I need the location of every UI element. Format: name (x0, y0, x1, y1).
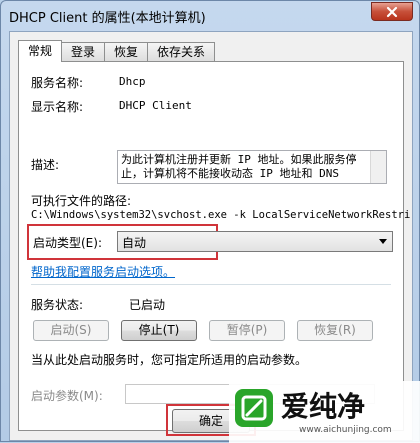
display-name-label: 显示名称: (31, 100, 84, 114)
chevron-down-icon (379, 239, 387, 244)
watermark: 爱纯净 www.aichunjing.com (229, 381, 420, 443)
exe-path-value: C:\Windows\system32\svchost.exe -k Local… (31, 209, 411, 221)
tab-logon[interactable]: 登录 (61, 42, 106, 62)
description-label: 描述: (31, 158, 60, 172)
window-title: DHCP Client 的属性(本地计算机) (9, 11, 206, 26)
pause-button[interactable]: 暂停(P) (209, 320, 285, 341)
service-name-value: Dhcp (119, 75, 146, 88)
dialog-client: 常规 登录 恢复 依存关系 服务名称: Dhcp 显示名称: DHCP Clie… (9, 31, 413, 441)
help-link[interactable]: 帮助我配置服务启动选项。 (31, 263, 175, 280)
tab-strip: 常规 登录 恢复 依存关系 (18, 40, 216, 62)
start-button[interactable]: 启动(S) (33, 320, 109, 341)
description-text: 为此计算机注册并更新 IP 地址。如果此服务停止，计算机将不能接收动态 IP 地… (121, 153, 357, 180)
resume-button[interactable]: 恢复(R) (297, 320, 373, 341)
start-params-note: 当从此处启动服务时，您可指定所适用的启动参数。 (31, 353, 308, 367)
display-name-value: DHCP Client (119, 99, 192, 112)
watermark-logo-icon (235, 389, 273, 427)
start-params-label: 启动参数(M): (31, 389, 103, 403)
service-name-label: 服务名称: (31, 76, 84, 90)
close-icon (386, 6, 398, 17)
title-bar[interactable]: DHCP Client 的属性(本地计算机) (1, 1, 419, 29)
tab-recovery[interactable]: 恢复 (104, 42, 149, 62)
startup-type-label: 启动类型(E): (33, 236, 102, 250)
exe-path-label: 可执行文件的路径: (31, 194, 132, 208)
status-label: 服务状态: (31, 298, 84, 312)
tab-general[interactable]: 常规 (18, 40, 63, 62)
watermark-url: www.aichunjing.com (299, 425, 392, 435)
stop-button[interactable]: 停止(T) (121, 320, 197, 341)
tab-dependencies[interactable]: 依存关系 (147, 42, 216, 62)
description-scrollbar[interactable] (370, 151, 386, 183)
watermark-text: 爱纯净 (281, 390, 366, 423)
startup-type-select[interactable]: 自动 (117, 231, 393, 252)
startup-type-value: 自动 (122, 236, 147, 250)
properties-window: DHCP Client 的属性(本地计算机) 常规 登录 恢复 依存关系 服务名… (0, 0, 420, 443)
divider (31, 284, 391, 285)
general-panel: 服务名称: Dhcp 显示名称: DHCP Client 描述: 为此计算机注册… (18, 61, 410, 431)
status-value: 已启动 (129, 298, 166, 312)
description-box[interactable]: 为此计算机注册并更新 IP 地址。如果此服务停止，计算机将不能接收动态 IP 地… (117, 150, 387, 184)
close-button[interactable] (371, 2, 413, 21)
